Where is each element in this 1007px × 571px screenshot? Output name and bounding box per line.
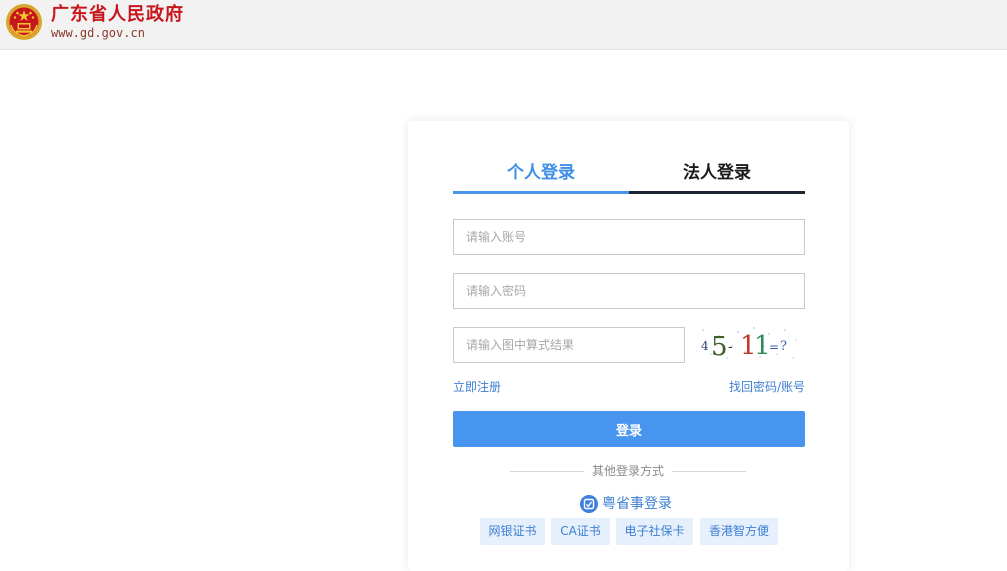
tab-personal-login[interactable]: 个人登录	[453, 161, 629, 185]
divider-right	[672, 471, 746, 472]
captcha-input[interactable]	[453, 327, 685, 363]
yueshengshi-login-link[interactable]: 粤省事登录	[580, 494, 672, 514]
login-button[interactable]: 登录	[453, 411, 805, 447]
captcha-image[interactable]: 4 5 - 1 1 = ?	[697, 324, 801, 364]
captcha-char: ?	[780, 339, 787, 354]
account-input[interactable]	[453, 219, 805, 255]
yueshengshi-login-label: 粤省事登录	[602, 496, 672, 512]
captcha-char: 4	[701, 339, 709, 353]
tab-active-indicator	[453, 191, 629, 194]
national-emblem-icon	[6, 4, 42, 40]
site-url: www.gd.gov.cn	[51, 26, 145, 40]
password-input[interactable]	[453, 273, 805, 309]
captcha-char: 5	[711, 332, 728, 362]
ca-cert-login-button[interactable]: CA证书	[551, 518, 610, 545]
forgot-password-link[interactable]: 找回密码/账号	[729, 379, 805, 395]
social-security-card-login-button[interactable]: 电子社保卡	[616, 518, 693, 545]
divider-left	[510, 471, 584, 472]
site-title: 广东省人民政府	[51, 4, 184, 25]
register-link[interactable]: 立即注册	[453, 379, 501, 395]
top-header: 广东省人民政府 www.gd.gov.cn	[0, 0, 1007, 50]
captcha-char: =	[769, 340, 779, 354]
login-card: 个人登录 法人登录 4 5 - 1 1 = ? 立即注册 找回密码/账号 登录 …	[408, 121, 849, 571]
other-methods-label: 其他登录方式	[591, 464, 664, 478]
bank-cert-login-button[interactable]: 网银证书	[480, 518, 545, 545]
tab-inactive-underline	[629, 191, 805, 194]
tab-legal-person-login[interactable]: 法人登录	[629, 161, 805, 185]
iamsmart-login-button[interactable]: 香港智方便	[700, 518, 778, 545]
yueshengshi-icon	[580, 495, 598, 513]
captcha-char: -	[728, 339, 733, 355]
